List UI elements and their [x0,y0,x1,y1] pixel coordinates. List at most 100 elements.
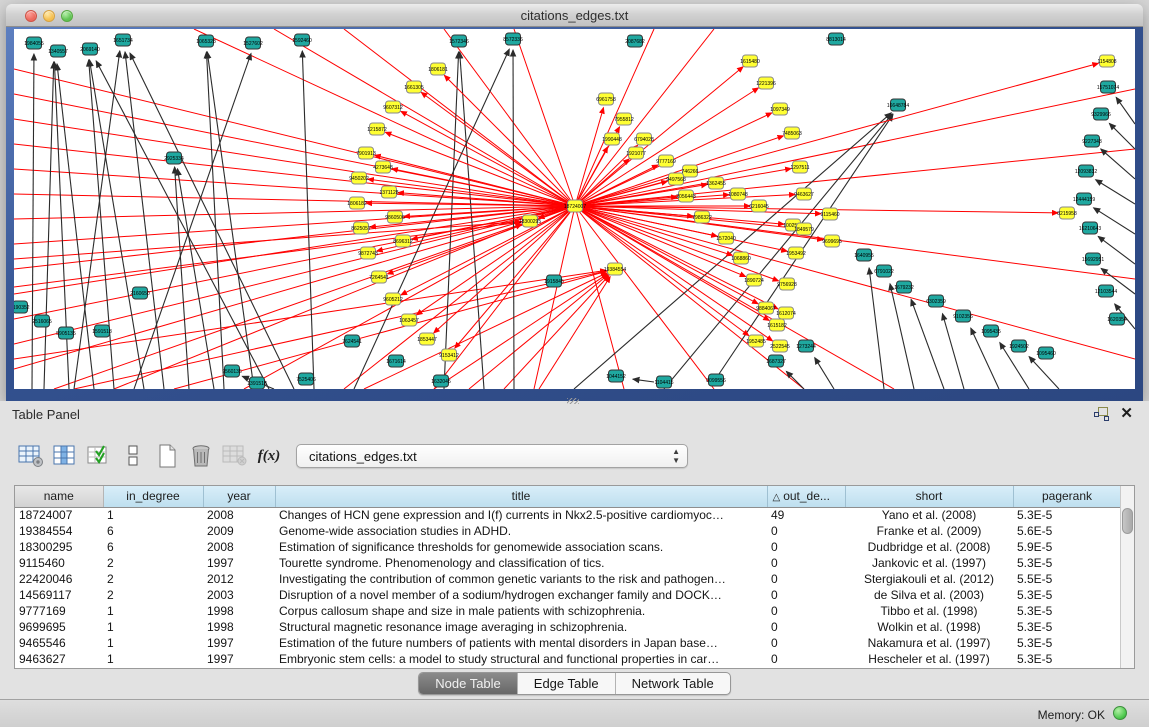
graph-node[interactable]: 1924502 [1009,340,1029,352]
graph-node[interactable]: 9463627 [794,188,814,200]
graph-node[interactable]: 1853447 [417,333,437,345]
graph-node[interactable]: 8813014 [826,33,846,45]
graph-node[interactable]: 16210643 [1079,222,1101,234]
graph-node[interactable]: 9115460 [820,208,839,220]
graph-node[interactable]: 1095460 [1036,347,1056,359]
delete-table-button[interactable] [218,439,252,473]
table-row[interactable]: 1938455462009Genome-wide association stu… [15,523,1121,539]
graph-node[interactable]: 1679232 [894,281,914,293]
table-row[interactable]: 1456911722003Disruption of a novel membe… [15,587,1121,603]
column-header-in-degree[interactable]: in_degree [103,486,203,507]
show-column-button[interactable] [48,439,82,473]
table-row[interactable]: 1872400712008Changes of HCN gene express… [15,507,1121,523]
graph-node[interactable]: 8625057 [351,222,371,234]
table-row[interactable]: 946362711997Embryonic stem cells: a mode… [15,651,1121,667]
graph-node[interactable]: 1651734 [113,34,133,46]
graph-node[interactable]: 2160650 [130,287,150,299]
graph-node[interactable]: 12444159 [1073,193,1095,205]
table-row[interactable]: 946554611997Estimation of the future num… [15,635,1121,651]
graph-node[interactable]: 1661305 [404,81,424,93]
graph-node[interactable]: 8572336 [503,33,523,45]
graph-node[interactable]: 1044152 [606,370,626,382]
graph-node[interactable]: 12093832 [1075,165,1097,177]
table-row[interactable]: 1830029562008Estimation of significance … [15,539,1121,555]
graph-node[interactable]: 9777169 [656,155,676,167]
graph-node[interactable]: 1362455 [706,177,726,189]
graph-node[interactable]: 1391518 [247,377,267,389]
table-row[interactable]: 977716911998Corpus callosum shape and si… [15,603,1121,619]
unselect-all-button[interactable] [116,439,150,473]
graph-node[interactable]: 6961758 [596,93,616,105]
graph-node[interactable]: 1104415 [654,376,673,388]
graph-node[interactable]: 9560135 [222,365,242,377]
graph-node[interactable]: 1065328 [196,35,216,47]
graph-node[interactable]: 4273648 [373,161,393,173]
network-view[interactable]: 1872400718061811661305960731212158727901… [14,29,1135,389]
graph-node[interactable]: 5905135 [56,327,76,339]
graph-node[interactable]: 1615480 [740,55,760,67]
graph-node[interactable]: 7624541 [342,335,362,347]
graph-node[interactable]: 1612074 [776,307,796,319]
graph-node[interactable]: 1620354 [1107,313,1127,325]
table-row[interactable]: 2242004622012Investigating the contribut… [15,571,1121,587]
graph-node[interactable]: 9153412 [439,349,459,361]
graph-node[interactable]: 7264541 [369,271,389,283]
column-header-title[interactable]: title [275,486,767,507]
graph-node[interactable]: 1572040 [716,232,736,244]
graph-node[interactable]: 1371128 [379,186,398,198]
graph-node[interactable]: 1640955 [854,249,874,261]
graph-node[interactable]: 9102356 [953,310,973,322]
tab-node-table[interactable]: Node Table [419,673,518,694]
graph-node[interactable]: 9699695 [822,235,842,247]
close-panel-icon[interactable]: ✕ [1120,404,1133,422]
graph-node[interactable]: 1080748 [728,188,748,200]
graph-node[interactable]: 15751074 [1097,81,1119,93]
graph-node[interactable]: 2925334 [164,152,184,164]
graph-node[interactable]: 1615182 [767,319,787,331]
graph-node[interactable]: 2056443 [676,190,696,202]
graph-node[interactable]: 6794028 [634,133,654,145]
tab-edge-table[interactable]: Edge Table [518,673,616,694]
graph-node[interactable]: 2516065 [32,315,52,327]
table-row[interactable]: 911546021997Tourette syndrome. Phenomeno… [15,555,1121,571]
delete-button[interactable] [184,439,218,473]
graph-node[interactable]: 1063457 [399,314,419,326]
table-row[interactable]: 969969511998Structural magnetic resonanc… [15,619,1121,635]
column-header-short[interactable]: short [845,486,1013,507]
graph-node[interactable]: 9227343 [1082,135,1102,147]
function-builder-button[interactable]: f(x) [252,439,286,473]
graph-node[interactable]: 9450202 [349,172,369,184]
graph-node[interactable]: 7955812 [614,113,634,125]
graph-node[interactable]: 1340557 [48,45,68,57]
table-selector-dropdown[interactable]: citations_edges.txt ▲▼ [296,444,688,468]
graph-node[interactable]: 7986322 [692,211,712,223]
memory-status-icon[interactable] [1113,706,1127,720]
graph-node[interactable]: 746266 [682,165,699,177]
graph-node[interactable]: 9329966 [1091,108,1111,120]
graph-node[interactable]: 1849579 [794,223,814,235]
graph-node[interactable]: 2522545 [770,340,790,352]
graph-node[interactable]: 9884067 [756,302,776,314]
column-header-year[interactable]: year [203,486,275,507]
graph-node[interactable]: 19384554 [604,263,626,275]
graph-node[interactable]: 1990448 [602,133,622,145]
graph-node[interactable]: 9497568 [666,173,686,185]
graph-node[interactable]: 7485063 [782,127,802,139]
graph-node[interactable]: 9607312 [383,101,403,113]
graph-node[interactable]: 1806181 [428,63,448,75]
graph-node[interactable]: 16648784 [887,99,909,111]
graph-node[interactable]: 1632045 [431,375,451,387]
graph-node[interactable]: 6216045 [749,200,769,212]
graph-node[interactable]: 8696312 [393,235,413,247]
graph-node[interactable]: 1671614 [386,355,406,367]
column-header-name[interactable]: name [15,486,103,507]
graph-node[interactable]: 7901913 [356,147,376,159]
graph-node[interactable]: 1190352 [14,301,30,313]
table-scrollbar-thumb[interactable] [1122,508,1133,534]
graph-node[interactable]: 9605212 [383,293,403,305]
graph-node[interactable]: 8099556 [706,374,726,386]
tab-network-table[interactable]: Network Table [616,673,730,694]
float-panel-icon[interactable] [1094,407,1109,421]
table-scrollbar[interactable] [1120,486,1134,668]
graph-node[interactable]: 1095435 [981,325,1001,337]
